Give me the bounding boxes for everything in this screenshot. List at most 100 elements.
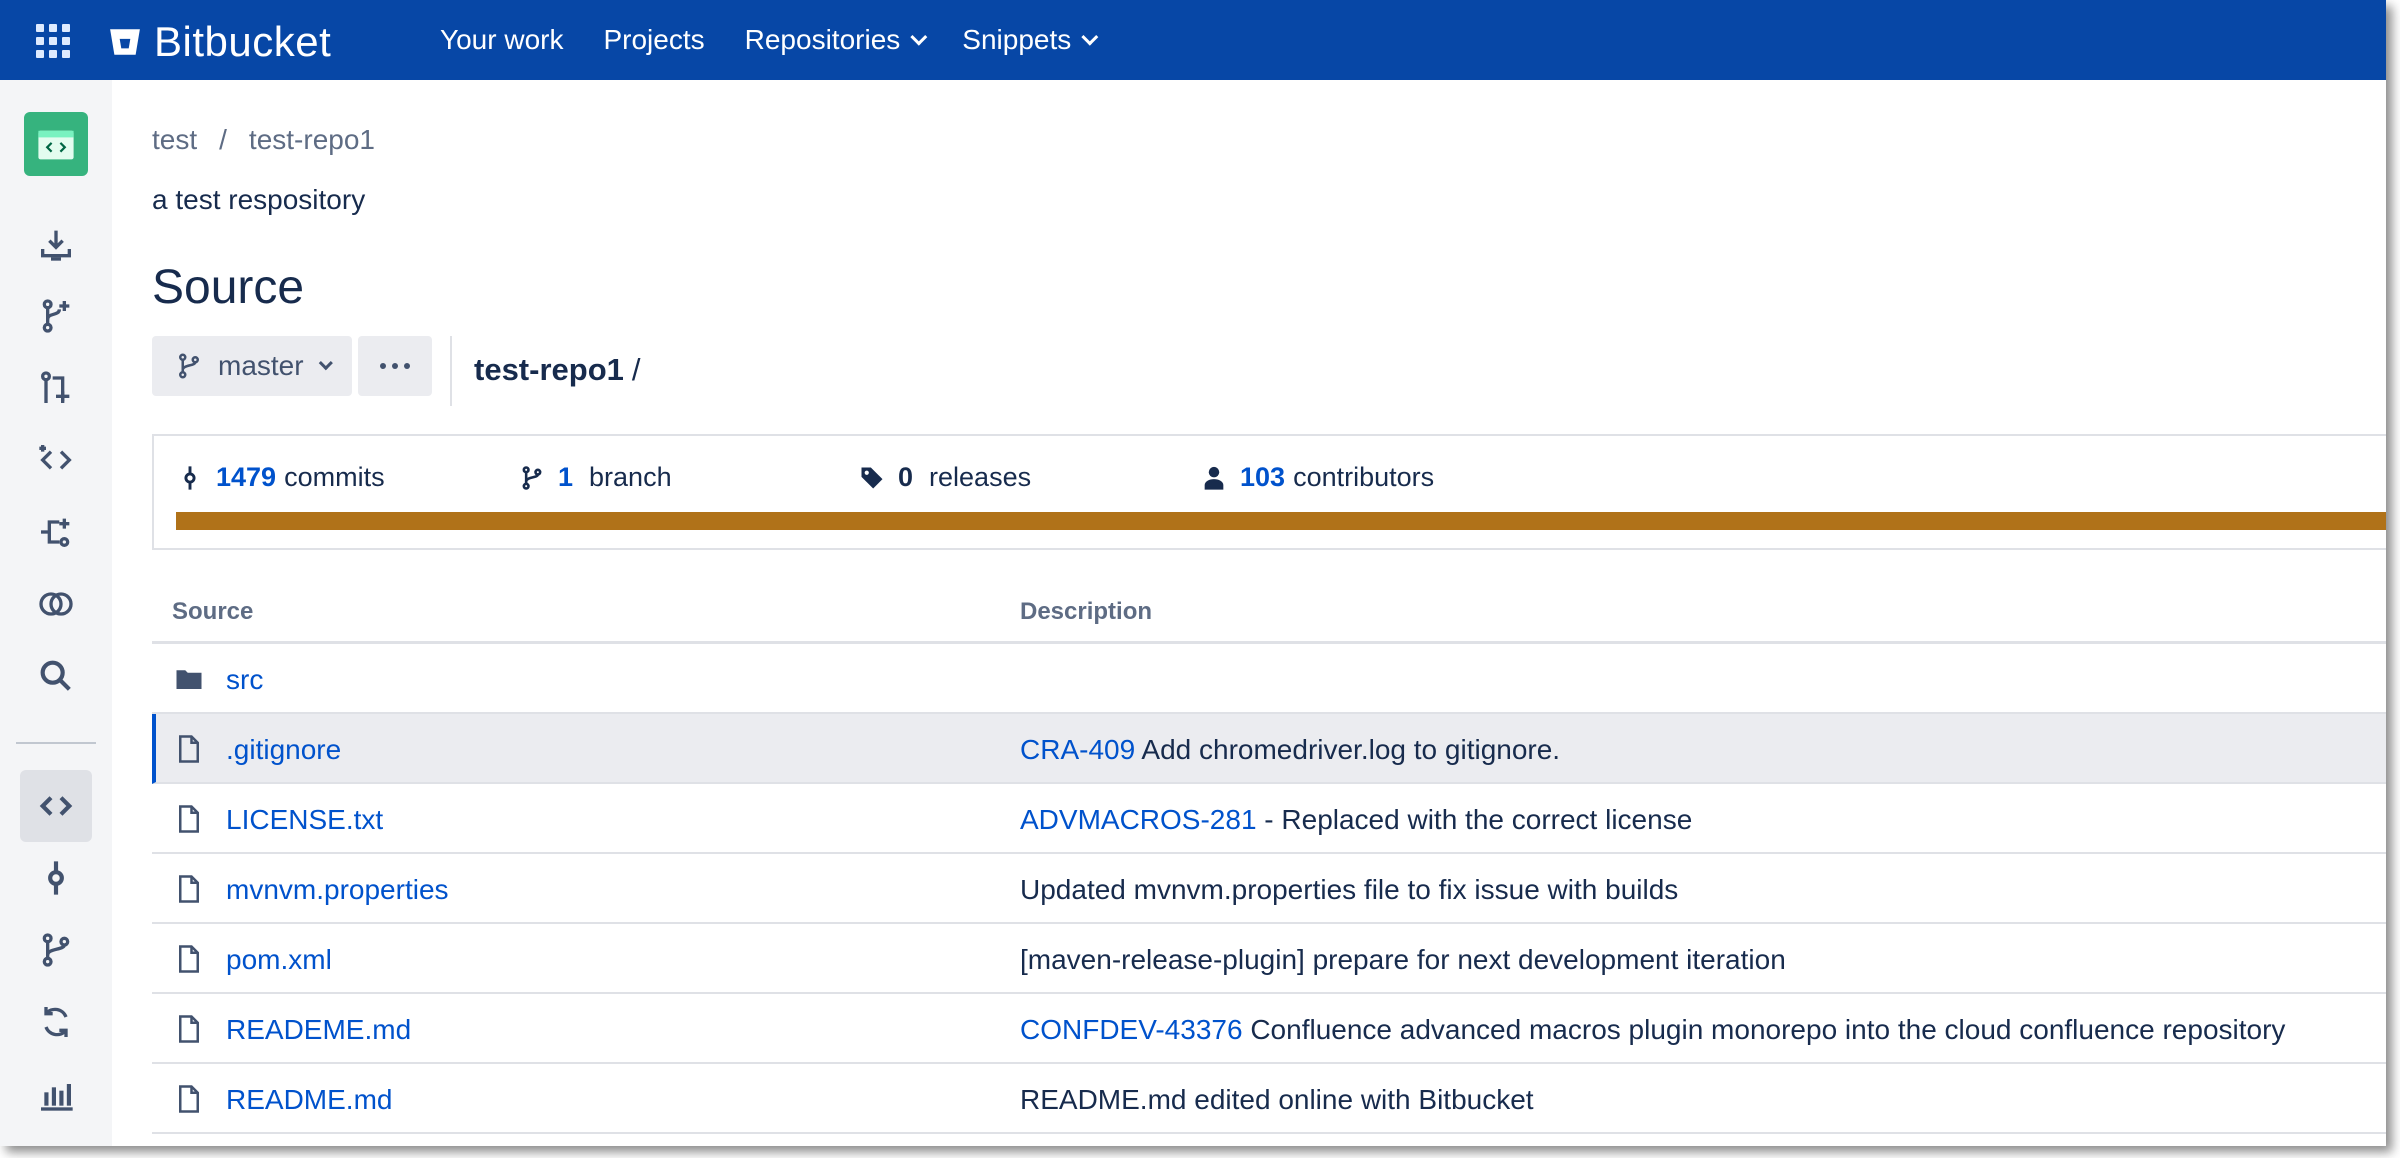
branches-icon[interactable] [20,914,92,986]
fork-icon[interactable] [20,496,92,568]
repo-sidebar [0,80,112,1146]
tag-icon [861,467,883,488]
repo-code-icon [38,130,74,160]
file-name[interactable]: pom.xml [226,944,332,976]
breadcrumb-repo[interactable]: test-repo1 [249,124,375,156]
compare-branches-icon[interactable] [20,568,92,640]
chevron-down-icon [318,356,333,371]
search-icon[interactable] [20,640,92,712]
table-row[interactable]: .gitignore CRA-409 Add chromedriver.log … [152,714,2386,784]
file-name[interactable]: READEME.md [226,1014,411,1046]
header-description: Description [1020,598,1153,625]
file-name[interactable]: README.md [226,1084,392,1116]
breadcrumb: test / test-repo1 [152,124,375,156]
table-row[interactable]: README.md README.md edited online with B… [152,1064,2386,1134]
branches-stat[interactable]: 1 branch [518,462,672,493]
table-header: Source Description [152,570,2386,644]
person-icon [1204,466,1224,490]
nav-your-work[interactable]: Your work [440,24,563,56]
message-text: README.md edited online with Bitbucket [1020,1084,1534,1115]
nav-label: Snippets [962,24,1072,55]
file-icon [179,1085,199,1113]
logo-text: Bitbucket [154,18,332,65]
branches-label: branch [589,462,672,492]
create-branch-icon[interactable] [20,280,92,352]
commit-message: ADVMACROS-281 - Replaced with the correc… [1020,804,1692,836]
releases-stat[interactable]: 0 releases [858,462,1031,493]
releases-label: releases [929,462,1032,492]
file-name[interactable]: .gitignore [226,734,341,766]
contributors-count: 103 [1240,462,1286,492]
commits-icon[interactable] [20,842,92,914]
clone-icon[interactable] [20,208,92,280]
source-icon[interactable] [20,770,92,842]
message-text: [maven-release-plugin] prepare for next … [1020,944,1786,975]
commit-message: CRA-409 Add chromedriver.log to gitignor… [1020,734,1560,766]
more-actions-button[interactable] [358,336,432,396]
commit-message: README.md edited online with Bitbucket [1020,1084,1534,1116]
contributors-stat[interactable]: 103 contributors [1200,462,1434,493]
bitbucket-logo-icon [110,29,140,55]
sidebar-divider [16,742,96,744]
branch-icon [522,465,542,490]
commit-message: Updated mvnvm.properties file to fix iss… [1020,874,1678,906]
message-text: Updated mvnvm.properties file to fix iss… [1020,874,1679,905]
branch-selector[interactable]: master [152,336,352,396]
top-navigation: Bitbucket Your work Projects Repositorie… [0,0,2386,80]
file-name[interactable]: mvnvm.properties [226,874,449,906]
nav-label: Your work [440,24,564,55]
issue-key[interactable]: CRA-409 [1020,734,1135,765]
releases-count: 0 [898,462,914,492]
create-pull-request-icon[interactable] [20,352,92,424]
nav-snippets[interactable]: Snippets [962,24,1099,56]
message-text: Add chromedriver.log to gitignore. [1135,734,1561,765]
file-icon [179,735,199,763]
branch-icon [179,353,199,379]
path-repo-link[interactable]: test-repo1 [474,352,624,387]
commits-stat[interactable]: 1479 commits [176,462,385,493]
commits-label: commits [284,462,385,492]
nav-repositories[interactable]: Repositories [744,24,928,56]
language-bar [176,512,2386,530]
folder-icon [176,670,202,689]
table-row[interactable]: mvnvm.properties Updated mvnvm.propertie… [152,854,2386,924]
breadcrumb-separator: / [219,124,227,155]
file-icon [179,805,199,833]
issue-key[interactable]: ADVMACROS-281 [1020,804,1257,835]
table-row[interactable]: READEME.md CONFDEV-43376 Confluence adva… [152,994,2386,1064]
branches-count: 1 [558,462,574,492]
message-text: - Replaced with the correct license [1256,804,1693,835]
chevron-down-icon [910,28,928,46]
app-window: Bitbucket Your work Projects Repositorie… [0,0,2386,1146]
path-slash: / [631,352,641,387]
table-row[interactable]: pom.xml [maven-release-plugin] prepare f… [152,924,2386,994]
nav-label: Repositories [744,24,901,55]
commits-count: 1479 [216,462,277,492]
file-name[interactable]: LICENSE.txt [226,804,383,836]
file-icon [179,875,199,903]
file-table: Source Description src .gitignore CRA-40… [152,570,2386,1134]
repo-avatar[interactable] [24,112,88,176]
table-row[interactable]: LICENSE.txt ADVMACROS-281 - Replaced wit… [152,784,2386,854]
compare-icon[interactable] [20,424,92,496]
page-title: Source [152,261,305,314]
reports-icon[interactable] [20,1058,92,1130]
table-row[interactable]: src [152,644,2386,714]
app-switcher-icon[interactable] [36,24,70,58]
breadcrumb-project[interactable]: test [152,124,197,156]
message-text: Confluence advanced macros plugin monore… [1242,1014,2286,1045]
file-icon [179,1015,199,1043]
commit-icon [184,465,196,490]
branch-label: master [218,350,304,381]
pull-requests-icon[interactable] [20,986,92,1058]
chevron-down-icon [1081,28,1099,46]
repo-stats: 1479 commits 1 branch 0 releases 103 con… [152,434,2386,550]
nav-projects[interactable]: Projects [603,24,704,56]
file-icon [179,945,199,973]
file-path: test-repo1/ [474,352,641,388]
file-name[interactable]: src [226,664,263,696]
bitbucket-logo[interactable]: Bitbucket [108,18,331,66]
issue-key[interactable]: CONFDEV-43376 [1020,1014,1243,1045]
main-nav: Your work Projects Repositories Snippets [440,0,1133,80]
contributors-label: contributors [1293,462,1435,492]
